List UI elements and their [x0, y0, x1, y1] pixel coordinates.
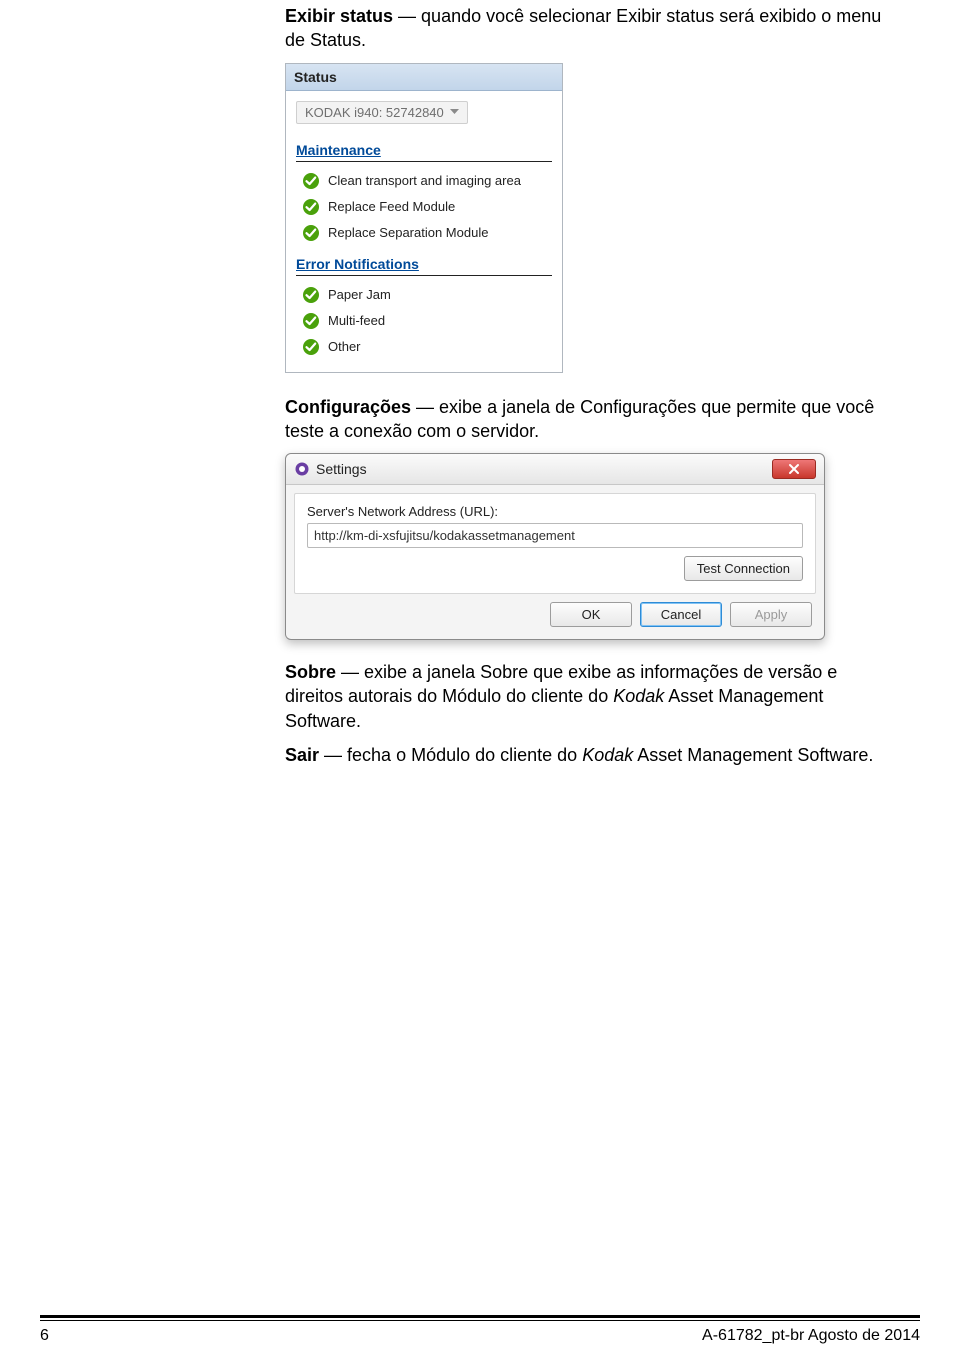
term-sair: Sair — [285, 745, 319, 765]
scanner-dropdown[interactable]: KODAK i940: 52742840 — [296, 101, 468, 124]
section-divider — [296, 161, 552, 162]
check-icon — [302, 338, 320, 356]
list-item[interactable]: Clean transport and imaging area — [296, 168, 552, 194]
status-panel: Status KODAK i940: 52742840 Maintenance … — [285, 63, 563, 373]
scanner-dropdown-value: KODAK i940: 52742840 — [305, 105, 444, 120]
settings-dialog: Settings Server's Network Address (URL):… — [285, 453, 825, 640]
settings-app-icon — [294, 461, 310, 477]
list-item[interactable]: Multi-feed — [296, 308, 552, 334]
close-icon — [788, 463, 800, 475]
list-item[interactable]: Replace Separation Module — [296, 220, 552, 246]
close-button[interactable] — [772, 459, 816, 479]
paragraph-exibir-status: Exibir status — quando você selecionar E… — [285, 4, 895, 53]
paragraph-sair: Sair — fecha o Módulo do cliente do Koda… — [285, 743, 895, 767]
chevron-down-icon — [450, 109, 459, 115]
url-field-label: Server's Network Address (URL): — [307, 504, 803, 519]
ok-button[interactable]: OK — [550, 602, 632, 627]
paragraph-configuracoes: Configurações — exibe a janela de Config… — [285, 395, 895, 444]
list-item[interactable]: Replace Feed Module — [296, 194, 552, 220]
term-sobre: Sobre — [285, 662, 336, 682]
maintenance-list: Clean transport and imaging area Replace… — [296, 168, 552, 246]
paragraph-sobre: Sobre — exibe a janela Sobre que exibe a… — [285, 660, 895, 733]
check-icon — [302, 286, 320, 304]
maintenance-section-title: Maintenance — [296, 142, 552, 158]
list-item[interactable]: Other — [296, 334, 552, 360]
page-footer: 6 A-61782_pt-br Agosto de 2014 — [40, 1315, 920, 1345]
list-item-label: Multi-feed — [328, 313, 385, 328]
dialog-title: Settings — [316, 461, 367, 477]
term-configuracoes: Configurações — [285, 397, 411, 417]
dialog-footer: OK Cancel Apply — [286, 602, 824, 639]
dialog-titlebar: Settings — [286, 454, 824, 485]
italic-kodak: Kodak — [582, 745, 633, 765]
page-number: 6 — [40, 1327, 49, 1345]
desc-sair-a: — fecha o Módulo do cliente do — [319, 745, 582, 765]
term-exibir-status: Exibir status — [285, 6, 393, 26]
check-icon — [302, 312, 320, 330]
dialog-body: Server's Network Address (URL): Test Con… — [294, 493, 816, 594]
list-item-label: Clean transport and imaging area — [328, 173, 521, 188]
doc-id: A-61782_pt-br Agosto de 2014 — [702, 1327, 920, 1345]
status-panel-header: Status — [286, 64, 562, 91]
list-item-label: Replace Feed Module — [328, 199, 455, 214]
list-item[interactable]: Paper Jam — [296, 282, 552, 308]
url-input[interactable] — [307, 523, 803, 548]
check-icon — [302, 172, 320, 190]
list-item-label: Other — [328, 339, 361, 354]
section-divider — [296, 275, 552, 276]
error-list: Paper Jam Multi-feed Other — [296, 282, 552, 360]
test-connection-button[interactable]: Test Connection — [684, 556, 803, 581]
error-section-title: Error Notifications — [296, 256, 552, 272]
list-item-label: Paper Jam — [328, 287, 391, 302]
cancel-button[interactable]: Cancel — [640, 602, 722, 627]
apply-button[interactable]: Apply — [730, 602, 812, 627]
check-icon — [302, 198, 320, 216]
italic-kodak: Kodak — [613, 686, 664, 706]
check-icon — [302, 224, 320, 242]
desc-sair-b: Asset Management Software. — [633, 745, 873, 765]
list-item-label: Replace Separation Module — [328, 225, 488, 240]
